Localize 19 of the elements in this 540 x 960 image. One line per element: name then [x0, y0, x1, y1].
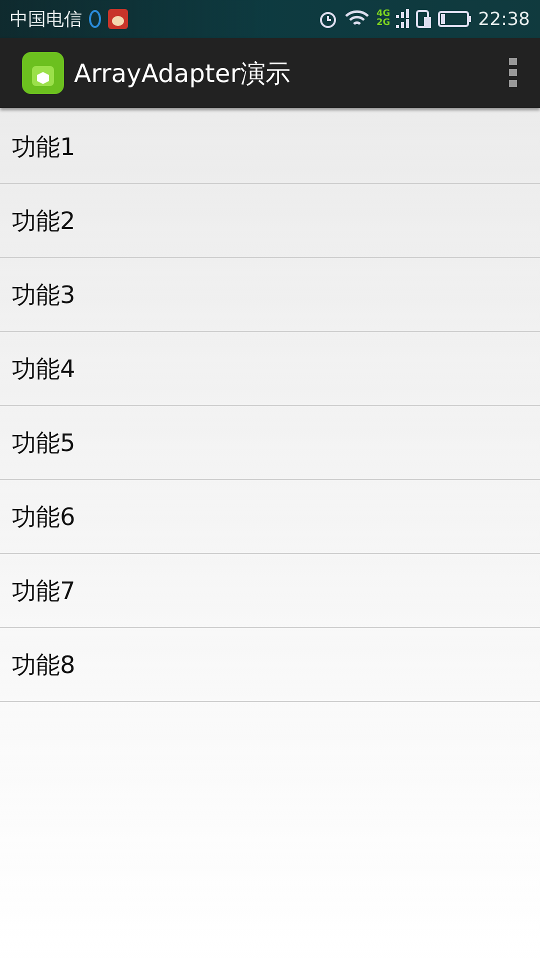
network-label: 4G — [376, 10, 390, 19]
list-item[interactable]: 功能2 — [0, 184, 540, 258]
list-item[interactable]: 功能7 — [0, 554, 540, 628]
list-item[interactable]: 功能8 — [0, 628, 540, 702]
signal-icon — [396, 9, 410, 29]
list-item[interactable]: 功能5 — [0, 406, 540, 480]
carrier-name: 中国电信 — [10, 8, 82, 31]
android-app-icon[interactable] — [22, 52, 64, 94]
battery-icon — [438, 11, 472, 27]
list-item[interactable]: 功能4 — [0, 332, 540, 406]
list-item[interactable]: 功能3 — [0, 258, 540, 332]
network-label: 2G — [376, 19, 390, 28]
more-options-icon[interactable] — [508, 57, 518, 89]
list-item[interactable]: 功能1 — [0, 110, 540, 184]
list-item[interactable]: 功能6 — [0, 480, 540, 554]
app-title: ArrayAdapter演示 — [74, 58, 292, 90]
sim-icon — [416, 9, 432, 29]
clock-time: 22:38 — [478, 8, 530, 30]
alarm-icon — [318, 9, 338, 29]
